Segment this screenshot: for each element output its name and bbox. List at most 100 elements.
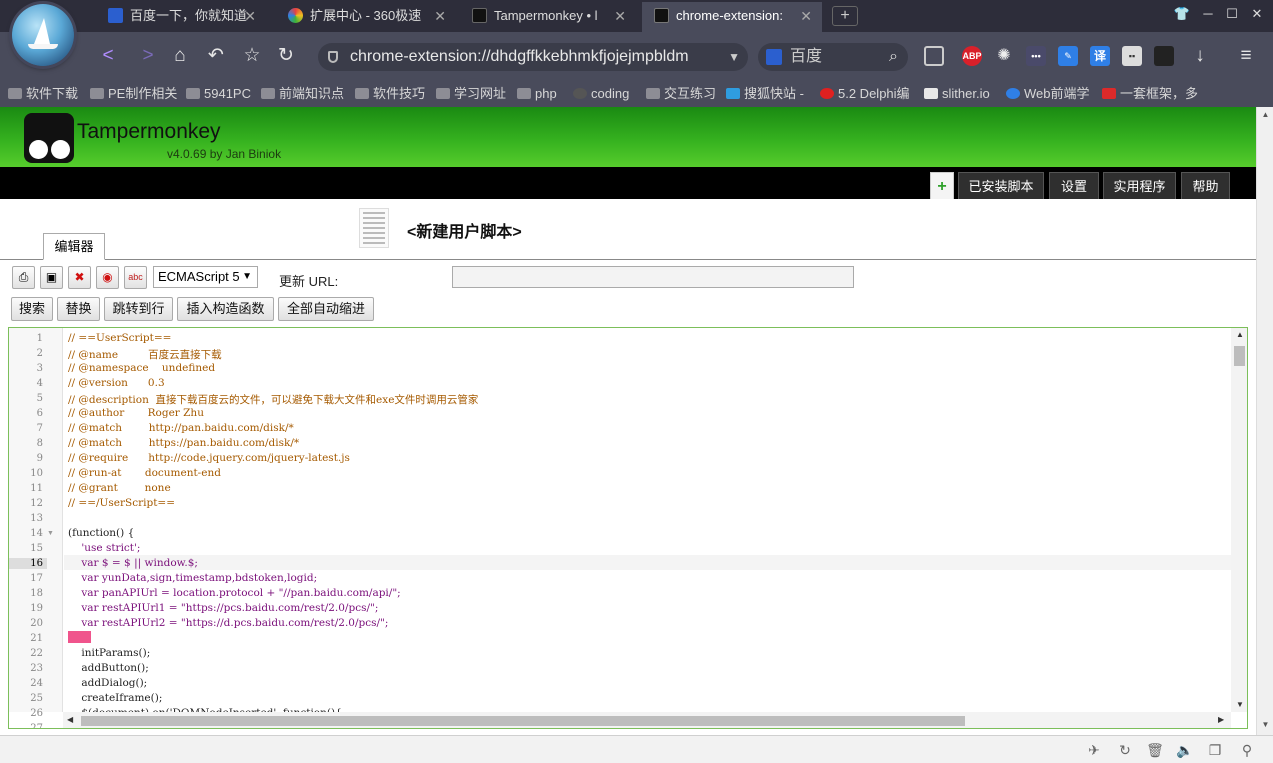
line-number: 21 <box>30 633 43 644</box>
chevron-down-icon[interactable]: ▼ <box>728 43 740 71</box>
bookmark-item[interactable]: slither.io <box>922 85 990 103</box>
gear-icon[interactable]: ✺ <box>994 46 1014 66</box>
translate-icon[interactable]: 译 <box>1090 46 1110 66</box>
page-icon <box>924 88 938 99</box>
scroll-down-icon[interactable]: ▼ <box>1257 717 1273 733</box>
fold-arrow-icon[interactable]: ▼ <box>47 530 54 537</box>
tab-chrome-extension[interactable]: chrome-extension: ✕ <box>642 2 822 32</box>
goto-line-button[interactable]: 跳转到行 <box>104 297 173 321</box>
search-button[interactable]: 搜索 <box>11 297 53 321</box>
zoom-icon[interactable]: ⚲ <box>1238 741 1256 759</box>
home-icon[interactable]: ⌂ <box>168 44 192 68</box>
close-icon[interactable]: ✕ <box>244 2 256 30</box>
skin-icon[interactable]: 👕 <box>1170 4 1194 24</box>
tab-editor[interactable]: 编辑器 <box>43 233 105 260</box>
baidu-paw-icon <box>766 49 782 65</box>
print-icon[interactable]: ⎙ <box>12 266 35 289</box>
scroll-thumb[interactable] <box>1234 346 1245 366</box>
minimize-icon[interactable]: ─ <box>1196 4 1220 24</box>
window-icon[interactable]: ❐ <box>1206 741 1224 759</box>
line-number: 25 <box>30 693 43 704</box>
tab-extension-center[interactable]: 扩展中心 - 360极速 ✕ <box>276 2 456 32</box>
baidu-paw-icon <box>108 8 123 23</box>
tab-installed-scripts[interactable]: 已安装脚本 <box>958 172 1044 199</box>
code-line: 'use strict'; <box>68 542 141 554</box>
download-icon[interactable]: ↓ <box>1188 44 1212 68</box>
update-url-label: 更新 URL: <box>279 274 339 289</box>
bookmark-item[interactable]: 学习网址 <box>434 85 506 103</box>
bookmark-item[interactable]: 5941PC <box>184 85 251 103</box>
more-dots-icon[interactable]: ••• <box>1026 46 1046 66</box>
search-icon[interactable]: ⌕ <box>889 43 898 71</box>
search-box[interactable]: 百度 ⌕ <box>758 43 908 71</box>
bookmark-item[interactable]: 软件下载 <box>6 85 78 103</box>
bookmark-item[interactable]: Web前端学 <box>1004 85 1090 103</box>
scroll-right-icon[interactable]: ▶ <box>1218 715 1224 724</box>
star-icon[interactable]: ☆ <box>240 44 264 68</box>
apps-grid-icon[interactable] <box>924 46 944 66</box>
refresh-circle-icon[interactable]: ↻ <box>1116 741 1134 759</box>
add-script-button[interactable]: + <box>930 172 954 199</box>
close-window-icon[interactable]: ✕ <box>1245 4 1269 24</box>
update-url-input[interactable] <box>452 266 854 288</box>
auto-indent-button[interactable]: 全部自动缩进 <box>278 297 374 321</box>
tab-utilities[interactable]: 实用程序 <box>1103 172 1176 199</box>
bookmark-item[interactable]: 5.2 Delphi编 <box>818 85 910 103</box>
code-editor[interactable]: 1 2 3 4 5 6 7 8 9 10 11 12 13 14 ▼ 15 16 17 18 19 20 21 22 23 24… <box>8 327 1248 729</box>
close-icon[interactable]: ✕ <box>614 2 626 30</box>
bookmark-item[interactable]: PE制作相关 <box>88 85 177 103</box>
scroll-up-icon[interactable]: ▲ <box>1236 330 1244 339</box>
language-select[interactable]: ECMAScript 5 ▼ <box>153 266 258 288</box>
page-scrollbar[interactable]: ▲ ▼ <box>1256 107 1273 735</box>
menu-icon[interactable]: ≡ <box>1234 44 1258 68</box>
tab-help[interactable]: 帮助 <box>1181 172 1230 199</box>
line-number: 10 <box>30 468 43 479</box>
tab-tampermonkey[interactable]: Tampermonkey • l ✕ <box>460 2 636 32</box>
reset-icon[interactable]: ◉ <box>96 266 119 289</box>
bookmark-item[interactable]: 一套框架，多 <box>1100 85 1198 103</box>
trash-icon[interactable]: 🗑 <box>1146 741 1164 759</box>
logo-eye-left <box>29 140 48 159</box>
new-tab-button[interactable]: + <box>832 6 858 26</box>
adblock-plus-icon[interactable]: ABP <box>962 46 982 66</box>
scroll-down-icon[interactable]: ▼ <box>1236 700 1244 709</box>
pin-icon[interactable]: ✈ <box>1085 741 1103 759</box>
tampermonkey-icon[interactable] <box>1154 46 1174 66</box>
close-icon[interactable]: ✕ <box>434 2 446 30</box>
save-icon[interactable]: ▣ <box>40 266 63 289</box>
editor-horizontal-scrollbar[interactable]: ◀ ▶ <box>63 712 1231 728</box>
bookmark-item[interactable]: php <box>515 85 557 103</box>
volume-icon[interactable]: 🔈 <box>1176 741 1194 759</box>
line-number: 11 <box>30 483 43 494</box>
forward-icon[interactable]: > <box>136 44 160 68</box>
folder-icon <box>517 88 531 99</box>
maximize-icon[interactable]: ☐ <box>1220 4 1244 24</box>
reload-icon[interactable]: ↻ <box>274 44 298 68</box>
replace-button[interactable]: 替换 <box>57 297 100 321</box>
face-icon[interactable]: ▪▪ <box>1122 46 1142 66</box>
close-icon[interactable]: ✕ <box>800 2 812 30</box>
lint-icon[interactable]: abc <box>124 266 147 289</box>
insert-constructor-button[interactable]: 插入构造函数 <box>177 297 274 321</box>
bookmark-item[interactable]: 软件技巧 <box>353 85 425 103</box>
scroll-left-icon[interactable]: ◀ <box>67 715 73 724</box>
address-bar[interactable]: chrome-extension://dhdgffkkebhmkfjojejmp… <box>318 43 748 71</box>
scroll-up-icon[interactable]: ▲ <box>1257 107 1273 123</box>
editor-vertical-scrollbar[interactable]: ▲ ▼ <box>1231 328 1247 712</box>
pen-icon[interactable]: ✎ <box>1058 46 1078 66</box>
tab-settings[interactable]: 设置 <box>1049 172 1099 199</box>
bookmark-item[interactable]: 交互练习 <box>644 85 716 103</box>
bookmark-item[interactable]: 搜狐快站 - <box>724 85 804 103</box>
bookmark-label: 一套框架，多 <box>1120 86 1199 101</box>
bookmark-item[interactable]: coding <box>571 85 629 103</box>
back-icon[interactable]: < <box>96 44 120 68</box>
scroll-thumb[interactable] <box>81 716 965 726</box>
browser-logo[interactable] <box>12 4 74 66</box>
line-number: 2 <box>36 348 43 359</box>
undo-icon[interactable]: ↶ <box>204 44 228 68</box>
tab-baidu[interactable]: 百度一下，你就知道 ✕ <box>96 2 266 32</box>
bookmark-item[interactable]: 前端知识点 <box>259 85 344 103</box>
folder-icon <box>90 88 104 99</box>
tampermonkey-header: Tampermonkey v4.0.69 by Jan Biniok <box>0 107 1256 167</box>
close-editor-icon[interactable]: ✖ <box>68 266 91 289</box>
